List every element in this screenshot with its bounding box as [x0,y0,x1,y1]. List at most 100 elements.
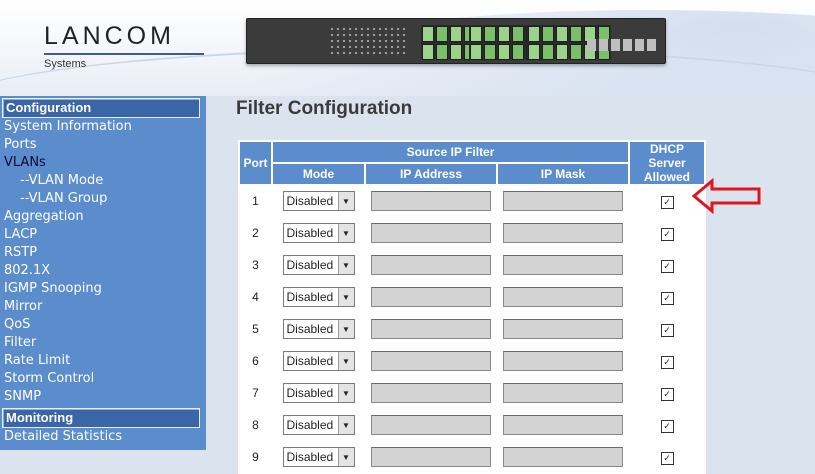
ip-address-input[interactable] [371,287,491,307]
dropdown-arrow-icon[interactable]: ▼ [337,256,354,274]
mode-select[interactable]: Disabled ▼ [282,223,355,243]
mode-select-value: Disabled [286,322,334,336]
header-ip-mask: IP Mask [498,164,628,184]
dhcp-allowed-checkbox[interactable]: ✓ [660,227,674,241]
mode-select-value: Disabled [286,386,334,400]
ip-address-cell [366,186,496,216]
dropdown-arrow-icon[interactable]: ▼ [337,448,354,466]
ip-mask-input[interactable] [503,287,623,307]
dhcp-allowed-checkbox[interactable]: ✓ [660,451,674,465]
switch-sfp-ports [587,39,657,51]
ip-mask-cell [498,186,628,216]
switch-device-image [246,18,666,64]
ip-address-input[interactable] [371,383,491,403]
dhcp-allowed-checkbox[interactable]: ✓ [660,355,674,369]
mode-select[interactable]: Disabled ▼ [282,447,355,467]
ip-mask-input[interactable] [503,191,623,211]
ip-mask-input[interactable] [503,383,623,403]
table-row: 6 Disabled ▼ ✓ [240,346,704,376]
mode-select[interactable]: Disabled ▼ [282,255,355,275]
sidebar-item-snmp[interactable]: SNMP [0,388,206,406]
sidebar-item-storm-control[interactable]: Storm Control [0,370,206,388]
dhcp-cell: ✓ [630,282,704,312]
ip-mask-input[interactable] [503,255,623,275]
dhcp-allowed-checkbox[interactable]: ✓ [660,419,674,433]
dropdown-arrow-icon[interactable]: ▼ [337,224,354,242]
ip-mask-cell [498,378,628,408]
sidebar-item-802-1x[interactable]: 802.1X [0,262,206,280]
sidebar-item-lacp[interactable]: LACP [0,226,206,244]
sidebar-section-configuration[interactable]: Configuration [2,98,200,118]
sidebar-item-qos[interactable]: QoS [0,316,206,334]
mode-select-value: Disabled [286,290,334,304]
dhcp-allowed-checkbox[interactable]: ✓ [660,259,674,273]
dhcp-allowed-checkbox[interactable]: ✓ [660,195,674,209]
ip-mask-cell [498,282,628,312]
sidebar-item-mirror[interactable]: Mirror [0,298,206,316]
ip-address-input[interactable] [371,191,491,211]
mode-select[interactable]: Disabled ▼ [282,415,355,435]
mode-cell: Disabled ▼ [273,378,364,408]
filter-table: Port Source IP Filter DHCP Server Allowe… [238,140,706,474]
ip-mask-input[interactable] [503,223,623,243]
ip-address-input[interactable] [371,351,491,371]
dropdown-arrow-icon[interactable]: ▼ [337,384,354,402]
sidebar-item-detailed-statistics[interactable]: Detailed Statistics [0,428,206,446]
ip-mask-input[interactable] [503,415,623,435]
sidebar-item-aggregation[interactable]: Aggregation [0,208,206,226]
dhcp-cell: ✓ [630,442,704,472]
table-row: 7 Disabled ▼ ✓ [240,378,704,408]
header-source-ip-filter: Source IP Filter [273,142,628,162]
dhcp-allowed-checkbox[interactable]: ✓ [660,323,674,337]
sidebar-section-monitoring[interactable]: Monitoring [2,408,200,428]
dhcp-cell: ✓ [630,218,704,248]
sidebar-item-system-information[interactable]: System Information [0,118,206,136]
ip-address-input[interactable] [371,255,491,275]
sidebar-item-filter[interactable]: Filter [0,334,206,352]
sidebar-item-rstp[interactable]: RSTP [0,244,206,262]
ip-mask-cell [498,218,628,248]
mode-cell: Disabled ▼ [273,314,364,344]
ip-address-input[interactable] [371,447,491,467]
dropdown-arrow-icon[interactable]: ▼ [337,352,354,370]
dhcp-cell: ✓ [630,410,704,440]
mode-select[interactable]: Disabled ▼ [282,287,355,307]
ip-address-cell [366,282,496,312]
sidebar-item-igmp-snooping[interactable]: IGMP Snooping [0,280,206,298]
port-number: 8 [240,410,271,440]
ip-address-input[interactable] [371,319,491,339]
dropdown-arrow-icon[interactable]: ▼ [337,416,354,434]
sidebar-item-rate-limit[interactable]: Rate Limit [0,352,206,370]
dropdown-arrow-icon[interactable]: ▼ [337,288,354,306]
sidebar-item-ports[interactable]: Ports [0,136,206,154]
dropdown-arrow-icon[interactable]: ▼ [337,320,354,338]
annotation-arrow-icon [692,178,761,214]
sidebar-item-vlans[interactable]: VLANs [0,154,206,172]
port-number: 2 [240,218,271,248]
dhcp-allowed-checkbox[interactable]: ✓ [660,387,674,401]
dhcp-cell: ✓ [630,346,704,376]
dropdown-arrow-icon[interactable]: ▼ [337,192,354,210]
table-row: 1 Disabled ▼ ✓ [240,186,704,216]
ip-address-input[interactable] [371,223,491,243]
sidebar-item-vlan-group[interactable]: --VLAN Group [0,190,206,208]
mode-select-value: Disabled [286,450,334,464]
mode-select[interactable]: Disabled ▼ [282,383,355,403]
mode-select-value: Disabled [286,418,334,432]
mode-select[interactable]: Disabled ▼ [282,319,355,339]
ip-address-input[interactable] [371,415,491,435]
sidebar-item-vlan-mode[interactable]: --VLAN Mode [0,172,206,190]
dhcp-allowed-checkbox[interactable]: ✓ [660,291,674,305]
mode-cell: Disabled ▼ [273,250,364,280]
ip-mask-input[interactable] [503,351,623,371]
header-dhcp-line1: DHCP Server [648,142,686,170]
port-number: 1 [240,186,271,216]
port-number: 7 [240,378,271,408]
ip-mask-input[interactable] [503,447,623,467]
ip-mask-cell [498,250,628,280]
ip-mask-input[interactable] [503,319,623,339]
logo-underline [44,53,204,55]
mode-select[interactable]: Disabled ▼ [282,351,355,371]
mode-select[interactable]: Disabled ▼ [282,191,355,211]
ip-address-cell [366,378,496,408]
